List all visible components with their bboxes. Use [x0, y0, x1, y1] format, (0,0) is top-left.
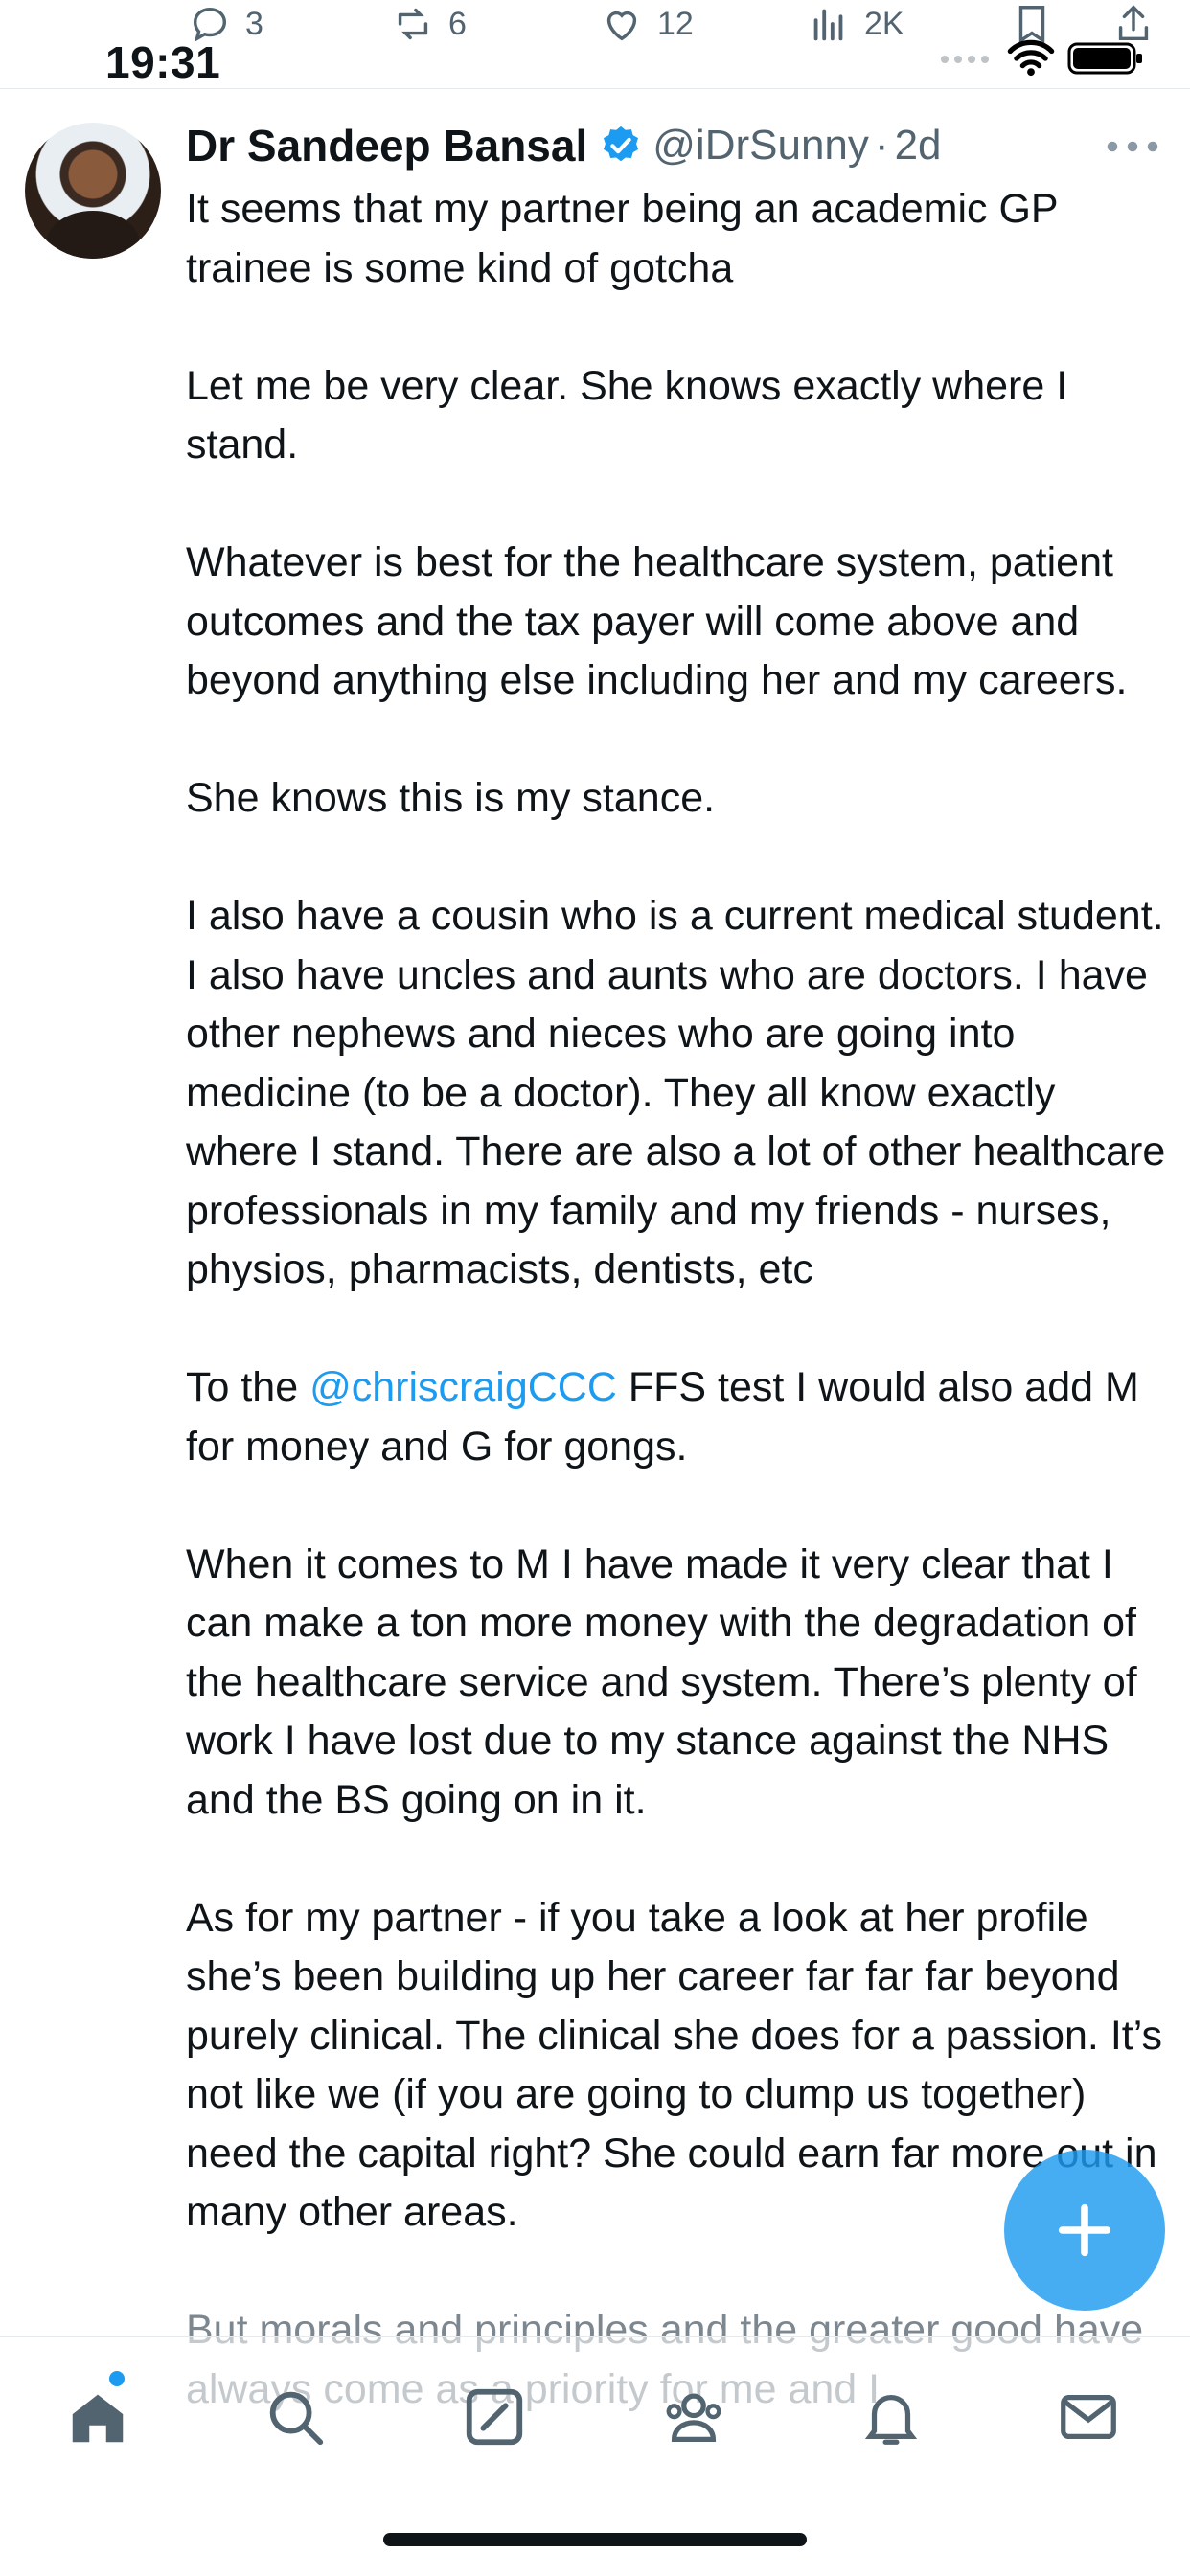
tweet-paragraph: Let me be very clear. She knows exactly … [186, 362, 1068, 468]
more-options-icon[interactable] [1104, 132, 1161, 161]
nav-grok[interactable] [456, 2379, 533, 2455]
tweet-paragraph: When it comes to M I have made it very c… [186, 1540, 1137, 1823]
nav-home[interactable] [59, 2371, 136, 2455]
grok-icon [466, 2388, 523, 2446]
tweet-paragraph: It seems that my partner being an academ… [186, 186, 1058, 291]
author-name[interactable]: Dr Sandeep Bansal [186, 120, 587, 171]
repost-count: 6 [448, 5, 467, 42]
plus-icon [1058, 2203, 1111, 2257]
avatar[interactable] [25, 123, 161, 259]
status-time: 19:31 [105, 37, 221, 87]
tweet-time[interactable]: 2d [895, 122, 942, 170]
views-count: 2K [864, 5, 904, 42]
nav-communities[interactable] [655, 2379, 732, 2455]
wifi-icon [1007, 39, 1055, 77]
system-icons [939, 38, 1144, 77]
search-icon [269, 2391, 324, 2446]
heart-icon [606, 11, 637, 41]
tweet-paragraph: I also have a cousin who is a current me… [186, 893, 1166, 1292]
cellular-signal-icon [941, 56, 989, 63]
mention-before: To the [186, 1364, 310, 1410]
messages-icon [1061, 2394, 1116, 2440]
tweet-paragraph: Whatever is best for the healthcare syst… [186, 539, 1128, 703]
tweet-header: Dr Sandeep Bansal @iDrSunny · 2d [186, 117, 942, 174]
author-handle[interactable]: @iDrSunny [652, 122, 869, 170]
battery-icon [1067, 42, 1142, 75]
unread-dot [109, 2371, 125, 2386]
tweet-paragraph: She knows this is my stance. [186, 775, 716, 821]
mention-link[interactable]: @chriscraigCCC [309, 1364, 617, 1410]
verified-badge-icon [604, 125, 639, 162]
tweet-paragraph-mention: To the @chriscraigCCC FFS test I would a… [186, 1358, 1173, 1476]
nav-messages[interactable] [1050, 2379, 1127, 2455]
like-action[interactable]: 12 [600, 2, 694, 46]
status-bar: 3 6 12 2K 19:31 [0, 0, 1190, 88]
reply-count: 3 [245, 5, 263, 42]
compose-button[interactable] [1004, 2150, 1165, 2311]
tweet-text: It seems that my partner being an academ… [186, 180, 1173, 2478]
repost-action[interactable]: 6 [391, 2, 467, 46]
home-indicator [383, 2533, 807, 2546]
nav-notifications[interactable] [853, 2379, 929, 2455]
views-icon [813, 9, 843, 41]
nav-search[interactable] [257, 2379, 333, 2455]
communities-icon [666, 2393, 721, 2442]
home-icon [72, 2394, 124, 2443]
like-count: 12 [657, 5, 694, 42]
repost-icon [398, 8, 428, 40]
separator: · [874, 122, 889, 169]
notifications-icon [864, 2394, 918, 2445]
views-action[interactable]: 2K [807, 2, 904, 46]
divider [0, 88, 1190, 89]
